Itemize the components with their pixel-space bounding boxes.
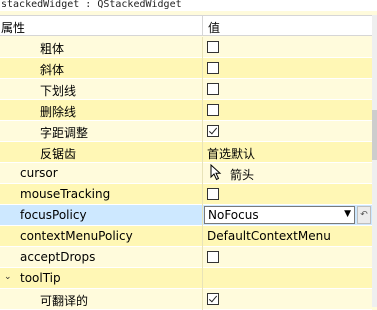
- property-table-header: 属性 值: [0, 15, 372, 36]
- reset-property-button[interactable]: ↶: [357, 206, 371, 224]
- underline-checkbox[interactable]: [207, 83, 219, 95]
- header-divider: [202, 16, 203, 35]
- property-row-antialiasing[interactable]: 反锯齿 首选默认: [0, 142, 372, 163]
- property-label: 斜体: [40, 63, 65, 77]
- property-row-focus-policy[interactable]: focusPolicy NoFocus ▼ ↶: [0, 205, 372, 226]
- focus-policy-dropdown[interactable]: NoFocus ▼: [204, 206, 355, 224]
- accept-drops-checkbox[interactable]: [207, 251, 219, 263]
- expand-arrow-icon[interactable]: ⌄: [4, 272, 12, 282]
- column-divider: [202, 163, 203, 184]
- property-label: toolTip: [20, 271, 61, 285]
- property-label: cursor: [20, 166, 58, 180]
- property-label: 粗体: [40, 42, 65, 56]
- property-column-header[interactable]: 属性: [1, 19, 25, 36]
- property-row-context-menu-policy[interactable]: contextMenuPolicy DefaultContextMenu: [0, 226, 372, 247]
- dropdown-selected-value: NoFocus: [208, 208, 259, 222]
- antialiasing-value[interactable]: 首选默认: [207, 145, 255, 162]
- scrollbar-thumb[interactable]: [372, 110, 377, 160]
- column-divider: [202, 142, 203, 163]
- column-divider: [202, 37, 203, 58]
- property-row-italic[interactable]: 斜体: [0, 58, 372, 79]
- property-label: contextMenuPolicy: [20, 229, 133, 243]
- translatable-checkbox[interactable]: [207, 293, 219, 305]
- reset-arrow-icon: ↶: [360, 210, 368, 220]
- mouse-tracking-checkbox[interactable]: [207, 188, 219, 200]
- property-label: 反锯齿: [40, 147, 77, 161]
- property-label: mouseTracking: [20, 187, 111, 201]
- column-divider: [202, 205, 203, 226]
- property-row-bold[interactable]: 粗体: [0, 37, 372, 58]
- column-divider: [202, 121, 203, 142]
- column-divider: [202, 226, 203, 247]
- column-divider: [202, 58, 203, 79]
- column-divider: [202, 247, 203, 268]
- property-row-mouse-tracking[interactable]: mouseTracking: [0, 184, 372, 205]
- bold-checkbox[interactable]: [207, 41, 219, 53]
- column-divider: [202, 184, 203, 205]
- strikeout-checkbox[interactable]: [207, 104, 219, 116]
- column-divider: [202, 79, 203, 100]
- property-row-underline[interactable]: 下划线: [0, 79, 372, 100]
- property-row-tooltip[interactable]: ⌄ toolTip: [0, 268, 372, 289]
- column-divider: [202, 268, 203, 289]
- property-label: 可翻译的: [40, 294, 89, 308]
- column-divider: [202, 100, 203, 121]
- context-menu-policy-value[interactable]: DefaultContextMenu: [207, 229, 331, 243]
- property-label: acceptDrops: [20, 250, 96, 264]
- arrow-cursor-icon: [210, 164, 222, 181]
- property-label: 字距调整: [40, 126, 89, 140]
- property-row-cursor[interactable]: cursor 箭头: [0, 163, 372, 184]
- property-label: focusPolicy: [20, 208, 87, 222]
- property-row-strikeout[interactable]: 删除线: [0, 100, 372, 121]
- window-title: stackedWidget : QStackedWidget: [0, 0, 377, 11]
- property-row-kerning[interactable]: 字距调整: [0, 121, 372, 142]
- value-column-header[interactable]: 值: [208, 19, 220, 36]
- property-label: 删除线: [40, 105, 77, 119]
- property-row-accept-drops[interactable]: acceptDrops: [0, 247, 372, 268]
- property-label: 下划线: [40, 84, 77, 98]
- italic-checkbox[interactable]: [207, 62, 219, 74]
- dropdown-arrow-icon: ▼: [344, 209, 351, 219]
- cursor-value[interactable]: 箭头: [230, 166, 254, 183]
- vertical-scrollbar[interactable]: [372, 15, 377, 307]
- kerning-checkbox[interactable]: [207, 125, 219, 137]
